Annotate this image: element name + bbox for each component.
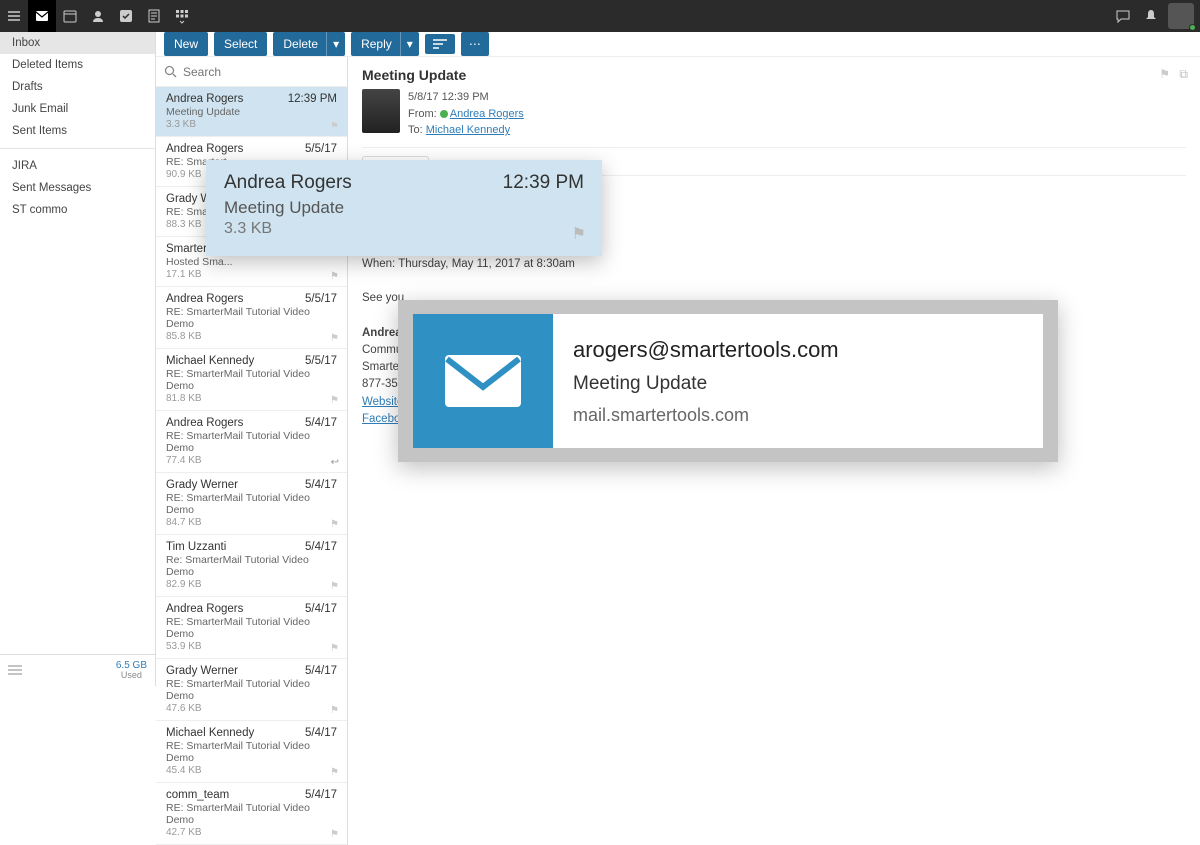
replied-icon: ↩: [331, 457, 339, 468]
flag-icon[interactable]: ⚑: [330, 829, 339, 840]
flag-icon[interactable]: ⚑: [330, 271, 339, 282]
mail-icon[interactable]: [28, 0, 56, 32]
delete-button[interactable]: Delete: [273, 32, 328, 56]
flag-icon[interactable]: ⚑: [572, 224, 586, 244]
contacts-icon[interactable]: [84, 0, 112, 32]
folder-st-commo[interactable]: ST commo: [0, 199, 155, 221]
select-button[interactable]: Select: [214, 32, 267, 56]
search-bar[interactable]: [156, 57, 347, 87]
delete-dropdown[interactable]: ▾: [326, 32, 345, 56]
notification-from: arogers@smartertools.com: [573, 337, 839, 363]
sender-avatar: [362, 89, 400, 133]
message-item[interactable]: Michael Kennedy5/4/17 RE: SmarterMail Tu…: [156, 721, 347, 783]
message-item[interactable]: Tim Uzzanti5/4/17 Re: SmarterMail Tutori…: [156, 535, 347, 597]
message-date: 5/8/17 12:39 PM: [408, 89, 524, 106]
presence-indicator: [1189, 24, 1196, 31]
message-item[interactable]: Grady Werner5/4/17 RE: SmarterMail Tutor…: [156, 473, 347, 535]
chat-icon[interactable]: [1109, 0, 1137, 32]
new-mail-notification[interactable]: arogers@smartertools.com Meeting Update …: [398, 300, 1058, 462]
message-item[interactable]: Andrea Rogers5/4/17 RE: SmarterMail Tuto…: [156, 411, 347, 473]
notification-domain: mail.smartertools.com: [573, 405, 839, 426]
sort-button[interactable]: [425, 34, 455, 54]
message-item[interactable]: Michael Kennedy5/5/17 RE: SmarterMail Tu…: [156, 349, 347, 411]
search-icon: [164, 65, 177, 78]
search-input[interactable]: [183, 65, 339, 79]
reply-button[interactable]: Reply: [351, 32, 402, 56]
flag-icon[interactable]: ⚑: [330, 705, 339, 716]
flag-icon[interactable]: ⚑: [330, 581, 339, 592]
presence-dot: [440, 110, 448, 118]
message-item[interactable]: Andrea Rogers5/4/17 RE: SmarterMail Tuto…: [156, 597, 347, 659]
popout-icon[interactable]: ⧉: [1179, 67, 1188, 82]
folder-sent-messages[interactable]: Sent Messages: [0, 177, 155, 199]
to-link[interactable]: Michael Kennedy: [426, 124, 510, 136]
reply-dropdown[interactable]: ▾: [400, 32, 419, 56]
flag-icon[interactable]: ⚑: [1159, 67, 1170, 81]
folder-junk[interactable]: Junk Email: [0, 98, 155, 120]
list-view-icon[interactable]: [8, 665, 22, 677]
message-item[interactable]: comm_team5/4/17 RE: SmarterMail Tutorial…: [156, 783, 347, 845]
apps-icon[interactable]: [168, 0, 196, 32]
folder-inbox[interactable]: Inbox: [0, 32, 155, 54]
folder-sidebar: Inbox Deleted Items Drafts Junk Email Se…: [0, 32, 156, 686]
flag-icon[interactable]: ⚑: [330, 395, 339, 406]
more-actions-button[interactable]: ⋯: [461, 32, 489, 56]
message-item[interactable]: Grady Werner5/4/17 RE: SmarterMail Tutor…: [156, 659, 347, 721]
calendar-icon[interactable]: [56, 0, 84, 32]
message-item[interactable]: Andrea Rogers12:39 PM Meeting Update 3.3…: [156, 87, 347, 137]
menu-icon[interactable]: [0, 0, 28, 32]
flag-icon[interactable]: ⚑: [330, 333, 339, 344]
flag-icon[interactable]: ⚑: [330, 121, 339, 132]
flag-icon[interactable]: ⚑: [330, 519, 339, 530]
message-preview-zoom: Andrea Rogers12:39 PM Meeting Update 3.3…: [206, 160, 602, 256]
folder-drafts[interactable]: Drafts: [0, 76, 155, 98]
tasks-icon[interactable]: [112, 0, 140, 32]
notifications-icon[interactable]: [1137, 0, 1165, 32]
message-item[interactable]: Andrea Rogers5/5/17 RE: SmarterMail Tuto…: [156, 287, 347, 349]
flag-icon[interactable]: ⚑: [330, 643, 339, 654]
notification-subject: Meeting Update: [573, 373, 839, 395]
user-avatar[interactable]: [1168, 3, 1194, 29]
from-link[interactable]: Andrea Rogers: [450, 108, 524, 120]
message-subject: Meeting Update: [362, 67, 1186, 83]
notes-icon[interactable]: [140, 0, 168, 32]
action-toolbar: New Select Delete ▾ Reply ▾ ⋯: [156, 32, 1200, 57]
storage-quota: 6.5 GB Used: [116, 661, 147, 680]
folder-deleted[interactable]: Deleted Items: [0, 54, 155, 76]
top-navbar: [0, 0, 1200, 32]
mail-icon: [413, 314, 553, 448]
new-button[interactable]: New: [164, 32, 208, 56]
folder-sent[interactable]: Sent Items: [0, 120, 155, 142]
flag-icon[interactable]: ⚑: [330, 767, 339, 778]
folder-jira[interactable]: JIRA: [0, 155, 155, 177]
